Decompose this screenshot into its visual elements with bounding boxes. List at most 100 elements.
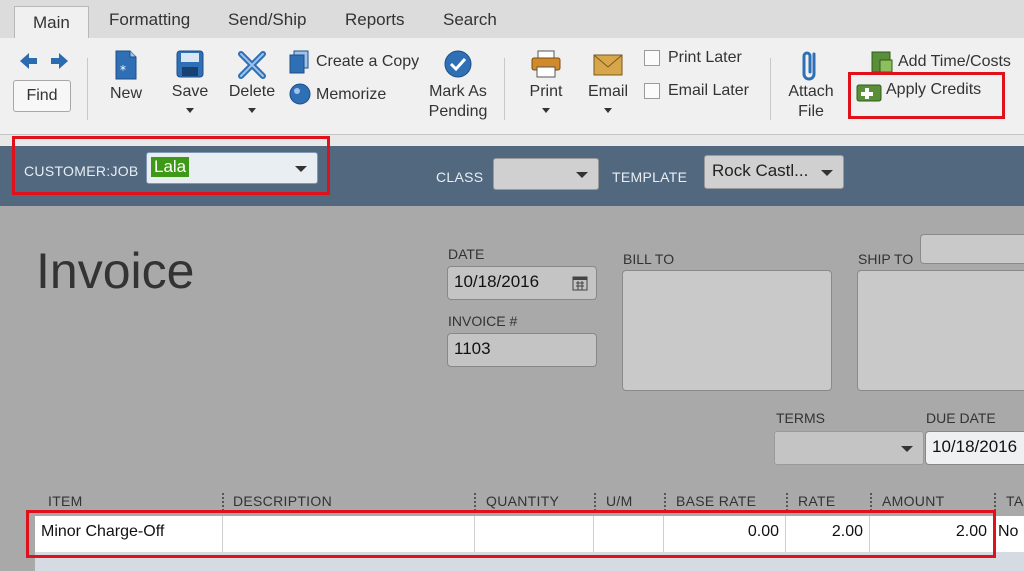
template-dropdown[interactable]: Rock Castl... — [704, 155, 844, 189]
memorize-label: Memorize — [316, 86, 387, 103]
class-dropdown-arrow-icon[interactable] — [576, 172, 588, 178]
invoice-number-field[interactable]: 1103 — [447, 333, 597, 367]
toolbar-separator — [504, 58, 505, 120]
column-header-rate[interactable]: RATE — [798, 493, 836, 509]
table-row-empty[interactable] — [35, 552, 1024, 571]
tab-send-ship[interactable]: Send/Ship — [228, 10, 306, 30]
template-value: Rock Castl... — [712, 161, 809, 180]
copy-document-icon — [289, 50, 309, 74]
column-header-item[interactable]: ITEM — [48, 493, 83, 509]
apply-credits-label: Apply Credits — [886, 81, 982, 98]
ship-to-label: SHIP TO — [858, 251, 914, 267]
toolbar: Find * New Save Delete Create a Copy Mem… — [0, 38, 1024, 135]
customer-job-dropdown[interactable]: Lala — [146, 152, 318, 184]
back-forward-arrows-icon[interactable] — [18, 52, 70, 70]
toolbar-separator — [87, 58, 88, 120]
find-button[interactable]: Find — [13, 80, 71, 112]
calendar-icon[interactable] — [572, 275, 588, 291]
apply-credits-button[interactable]: Apply Credits — [856, 78, 996, 106]
pending-checkmark-icon — [444, 50, 472, 78]
terms-label: TERMS — [776, 410, 825, 426]
print-dropdown-caret-icon[interactable] — [542, 108, 550, 113]
column-divider[interactable] — [994, 493, 998, 511]
date-field[interactable]: 10/18/2016 — [447, 266, 597, 300]
cell-tax[interactable]: No — [994, 516, 1024, 552]
class-dropdown[interactable] — [493, 158, 599, 190]
mark-as-pending-button[interactable]: Mark As Pending — [424, 48, 492, 128]
paperclip-icon — [802, 51, 816, 81]
column-divider[interactable] — [222, 493, 226, 511]
new-document-icon: * — [115, 50, 137, 80]
line-items-header: ITEM DESCRIPTION QUANTITY U/M BASE RATE … — [0, 490, 1024, 514]
toolbar-bottom-strip — [0, 135, 1024, 146]
column-divider[interactable] — [594, 493, 598, 511]
email-later-checkbox[interactable] — [644, 83, 660, 99]
cell-base-rate[interactable]: 0.00 — [664, 516, 786, 552]
email-button-label: Email — [587, 83, 628, 100]
memorize-lightbulb-icon — [289, 83, 311, 105]
create-copy-button[interactable]: Create a Copy — [288, 50, 420, 74]
template-label: TEMPLATE — [612, 169, 688, 185]
tab-main[interactable]: Main — [14, 6, 89, 38]
new-button[interactable]: * New — [102, 48, 150, 118]
cell-amount[interactable]: 2.00 — [870, 516, 994, 552]
mark-as-label-line1: Mark As — [429, 83, 487, 100]
column-header-um[interactable]: U/M — [606, 493, 633, 509]
save-button[interactable]: Save — [166, 48, 214, 128]
ship-to-dropdown[interactable] — [920, 234, 1024, 264]
customer-job-dropdown-arrow-icon[interactable] — [295, 166, 307, 172]
invoice-form: Invoice DATE 10/18/2016 INVOICE # 1103 B… — [0, 206, 1024, 486]
email-envelope-icon — [593, 54, 623, 76]
tab-formatting[interactable]: Formatting — [109, 10, 190, 30]
attach-file-button[interactable]: Attach File — [782, 48, 840, 128]
bill-to-box[interactable] — [622, 270, 832, 391]
new-button-label: New — [109, 85, 142, 102]
cell-rate[interactable]: 2.00 — [786, 516, 870, 552]
column-divider[interactable] — [870, 493, 874, 511]
add-time-costs-button[interactable]: Add Time/Costs — [870, 50, 1020, 74]
due-date-field[interactable]: 10/18/2016 — [925, 431, 1024, 465]
date-value: 10/18/2016 — [454, 272, 540, 291]
due-date-value: 10/18/2016 — [932, 437, 1018, 456]
cell-description[interactable] — [223, 516, 475, 552]
column-divider[interactable] — [474, 493, 478, 511]
terms-dropdown[interactable] — [774, 431, 924, 465]
terms-dropdown-arrow-icon[interactable] — [901, 446, 913, 452]
save-dropdown-caret-icon[interactable] — [186, 108, 194, 113]
column-header-quantity[interactable]: QUANTITY — [486, 493, 559, 509]
cell-quantity[interactable] — [475, 516, 594, 552]
invoice-number-label: INVOICE # — [448, 313, 518, 329]
table-row[interactable]: Minor Charge-Off 0.00 2.00 2.00 No — [35, 516, 1024, 552]
column-divider[interactable] — [786, 493, 790, 511]
column-header-base-rate[interactable]: BASE RATE — [676, 493, 756, 509]
email-button[interactable]: Email — [584, 48, 632, 128]
email-dropdown-caret-icon[interactable] — [604, 108, 612, 113]
delete-dropdown-caret-icon[interactable] — [248, 108, 256, 113]
template-dropdown-arrow-icon[interactable] — [821, 170, 833, 176]
cell-um[interactable] — [594, 516, 664, 552]
delete-button[interactable]: Delete — [226, 48, 278, 128]
tab-search[interactable]: Search — [443, 10, 497, 30]
print-later-label: Print Later — [668, 49, 742, 66]
column-header-amount[interactable]: AMOUNT — [882, 493, 944, 509]
column-header-description[interactable]: DESCRIPTION — [233, 493, 332, 509]
email-later-label: Email Later — [668, 82, 749, 99]
save-disk-icon — [176, 50, 204, 78]
delete-button-label: Delete — [228, 83, 276, 100]
column-header-tax[interactable]: TA — [1006, 493, 1023, 509]
print-button[interactable]: Print — [522, 48, 570, 128]
print-button-label: Print — [529, 83, 563, 100]
memorize-button[interactable]: Memorize — [288, 83, 388, 107]
bill-to-label: BILL TO — [623, 251, 675, 267]
print-later-checkbox[interactable] — [644, 50, 660, 66]
page-title: Invoice — [36, 243, 195, 299]
column-divider[interactable] — [664, 493, 668, 511]
tab-reports[interactable]: Reports — [345, 10, 405, 30]
attach-label-line1: Attach — [788, 83, 834, 100]
customer-job-label: CUSTOMER:JOB — [24, 163, 139, 179]
invoice-number-value: 1103 — [454, 339, 491, 358]
ship-to-box[interactable] — [857, 270, 1024, 391]
cell-item[interactable]: Minor Charge-Off — [35, 516, 223, 552]
customer-header-bar: CUSTOMER:JOB Lala CLASS TEMPLATE Rock Ca… — [0, 146, 1024, 206]
svg-text:*: * — [120, 63, 126, 77]
